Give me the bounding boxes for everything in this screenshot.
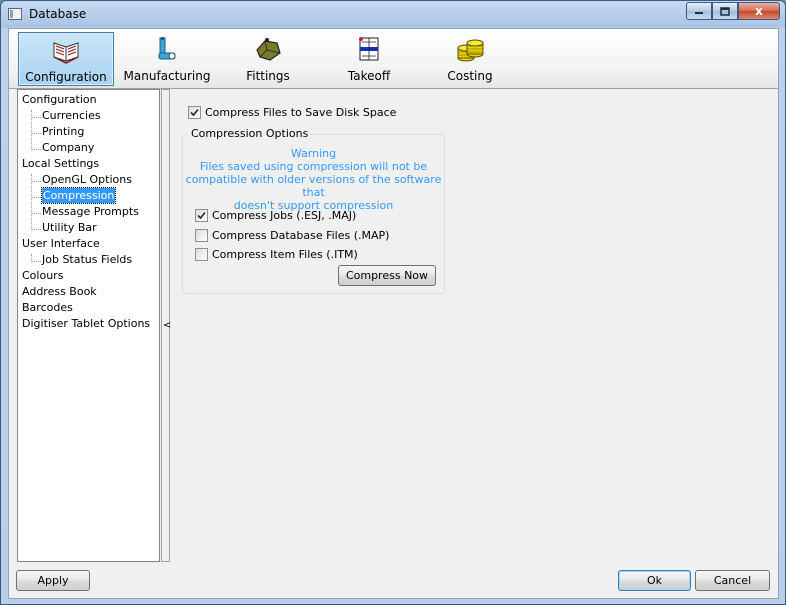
tree-connector — [32, 117, 41, 118]
compress-items-checkbox[interactable] — [195, 248, 208, 261]
client-area: Configuration Manufacturing Fittings Tak… — [8, 28, 779, 599]
compression-panel: Compress Files to Save Disk Space Compre… — [175, 89, 775, 562]
tool-fittings[interactable]: Fittings — [220, 32, 316, 86]
minimize-button[interactable] — [686, 2, 712, 20]
tool-label: Manufacturing — [123, 69, 211, 83]
tree-connector — [32, 213, 41, 214]
checkmark-icon — [197, 211, 206, 220]
group-title: Compression Options — [189, 127, 311, 140]
compress-jobs-option[interactable]: Compress Jobs (.ESJ, .MAJ) — [195, 209, 356, 225]
tree-item-currencies[interactable]: Currencies — [42, 108, 101, 123]
tree-connector — [32, 149, 41, 150]
tool-configuration[interactable]: Configuration — [18, 32, 114, 86]
tool-label: Fittings — [246, 69, 290, 83]
compress-database-option[interactable]: Compress Database Files (.MAP) — [195, 229, 389, 245]
tree-item-compression[interactable]: Compression — [40, 187, 117, 204]
tree-item-message-prompts[interactable]: Message Prompts — [42, 204, 139, 219]
tool-label: Configuration — [25, 70, 107, 84]
coins-icon — [457, 39, 484, 62]
close-icon: x — [755, 4, 763, 18]
title-bar[interactable]: Database x — [1, 1, 785, 28]
maximize-icon — [720, 6, 730, 16]
tree-item-printing[interactable]: Printing — [42, 124, 84, 139]
tool-manufacturing[interactable]: Manufacturing — [119, 32, 215, 86]
warning-title: Warning — [290, 147, 337, 160]
cancel-button[interactable]: Cancel — [695, 570, 770, 591]
tool-costing[interactable]: Costing — [422, 32, 518, 86]
compress-database-checkbox[interactable] — [195, 229, 208, 242]
maximize-button[interactable] — [712, 2, 738, 20]
tree-item-local-settings[interactable]: Local Settings — [22, 156, 99, 171]
tree-item-opengl-options[interactable]: OpenGL Options — [42, 172, 132, 187]
tree-connector — [32, 229, 41, 230]
ok-button[interactable]: Ok — [618, 570, 691, 591]
fitting-icon — [256, 38, 281, 61]
tree-item-job-status-fields[interactable]: Job Status Fields — [42, 252, 132, 267]
compression-options-group: Compression Options Warning Files saved … — [182, 127, 445, 294]
tool-takeoff[interactable]: Takeoff — [321, 32, 417, 86]
tree-item-company[interactable]: Company — [42, 140, 94, 155]
tree-connector — [31, 110, 32, 150]
database-window: Database x Configuration Manufacturing F… — [0, 0, 786, 605]
app-icon[interactable] — [8, 8, 22, 20]
books-icon — [53, 42, 79, 64]
tree-item-digitiser-tablet-options[interactable]: Digitiser Tablet Options — [22, 316, 150, 331]
compress-database-label: Compress Database Files (.MAP) — [212, 229, 390, 242]
compress-files-label: Compress Files to Save Disk Space — [205, 106, 397, 119]
compress-now-button[interactable]: Compress Now — [338, 265, 436, 286]
compress-items-option[interactable]: Compress Item Files (.ITM) — [195, 248, 358, 264]
tree-item-barcodes[interactable]: Barcodes — [22, 300, 73, 315]
category-toolbar: Configuration Manufacturing Fittings Tak… — [9, 29, 778, 89]
tool-label: Costing — [447, 69, 493, 83]
tree-connector — [32, 261, 41, 262]
tree-item-colours[interactable]: Colours — [22, 268, 63, 283]
window-title: Database — [29, 7, 87, 21]
apply-button[interactable]: Apply — [16, 570, 90, 591]
compress-files-checkbox[interactable] — [188, 106, 201, 119]
tree-item-configuration[interactable]: Configuration — [22, 92, 97, 107]
tree-item-address-book[interactable]: Address Book — [22, 284, 97, 299]
panel-splitter[interactable]: < — [161, 89, 171, 562]
machine-icon — [158, 37, 176, 60]
tree-item-utility-bar[interactable]: Utility Bar — [42, 220, 97, 235]
compress-files-option[interactable]: Compress Files to Save Disk Space — [188, 106, 396, 122]
warning-line: Files saved using compression will not b… — [199, 160, 428, 173]
settings-tree[interactable]: Configuration Currencies Printing Compan… — [17, 89, 160, 562]
close-button[interactable]: x — [738, 2, 780, 20]
tree-connector — [32, 133, 41, 134]
compression-warning: Warning Files saved using compression wi… — [183, 147, 444, 212]
minimize-icon — [695, 12, 703, 14]
warning-line: compatible with older versions of the so… — [185, 173, 442, 199]
compress-jobs-label: Compress Jobs (.ESJ, .MAJ) — [212, 209, 357, 222]
tree-item-user-interface[interactable]: User Interface — [22, 236, 100, 251]
collapse-arrow-icon[interactable]: < — [163, 320, 171, 331]
takeoff-icon — [359, 37, 379, 61]
compress-jobs-checkbox[interactable] — [195, 209, 208, 222]
tree-connector — [32, 197, 41, 198]
compress-items-label: Compress Item Files (.ITM) — [212, 248, 358, 261]
checkmark-icon — [190, 108, 199, 117]
tool-label: Takeoff — [347, 69, 391, 83]
tree-connector — [32, 181, 41, 182]
tree-connector — [31, 174, 32, 230]
